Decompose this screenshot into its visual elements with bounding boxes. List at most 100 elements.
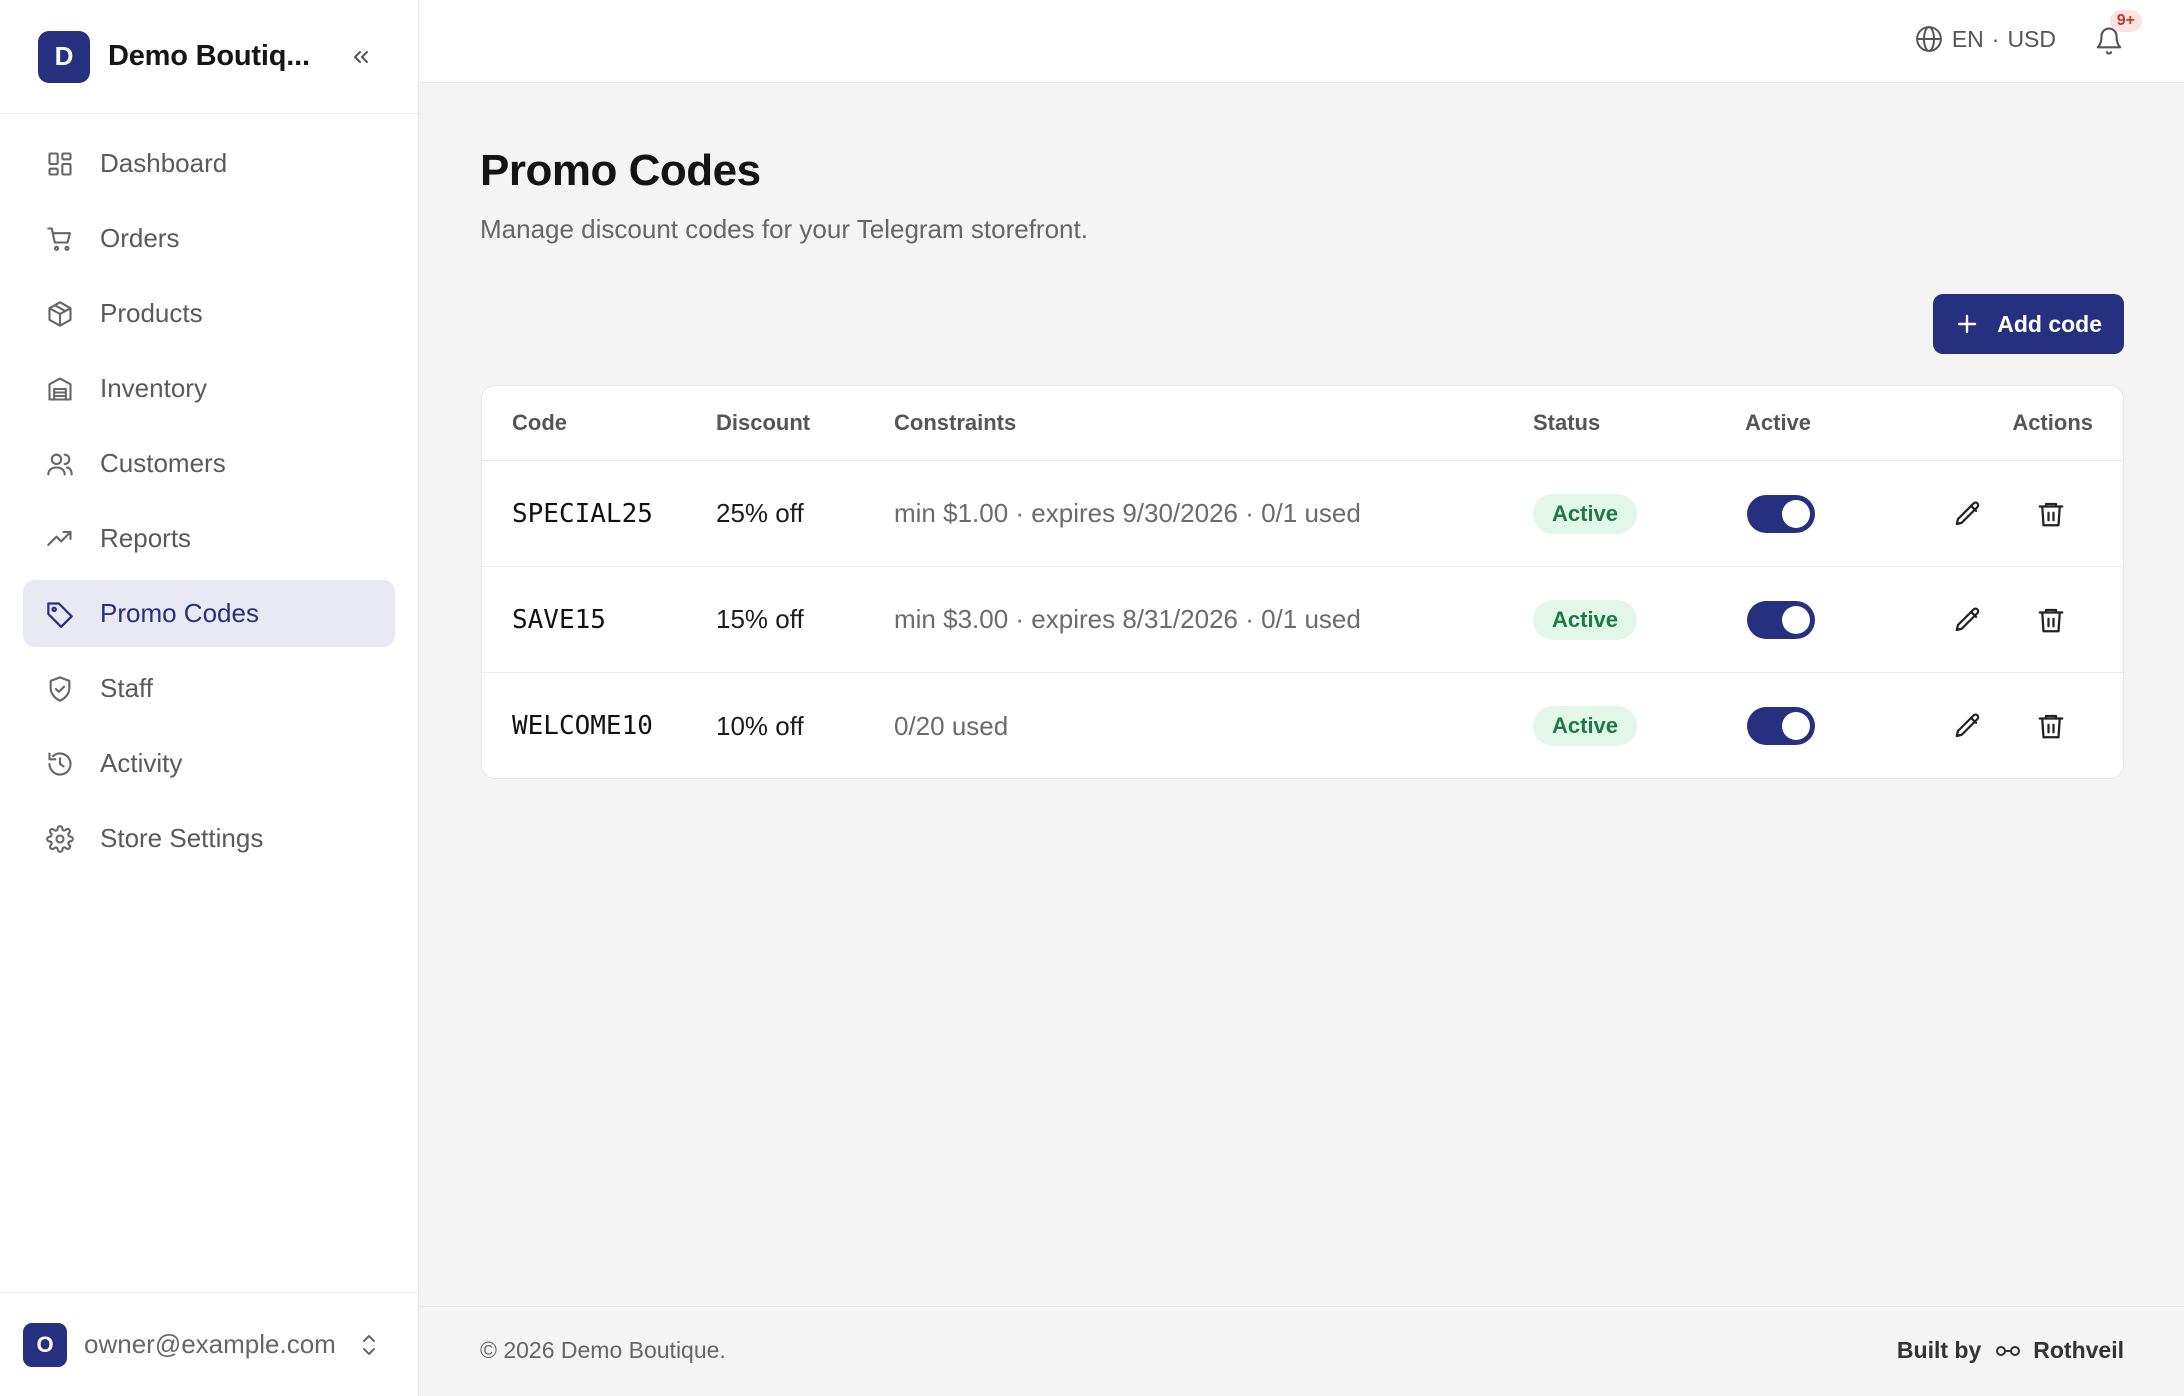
page-subtitle: Manage discount codes for your Telegram … <box>480 214 1088 244</box>
shield-icon <box>45 674 75 704</box>
tag-icon <box>45 599 75 629</box>
locale-selector[interactable]: EN · USD <box>1914 24 2056 54</box>
chevrons-up-down-icon <box>363 1334 375 1355</box>
gear-icon <box>45 824 75 854</box>
sidebar-item-store-settings[interactable]: Store Settings <box>23 805 395 872</box>
toggle-knob <box>1782 499 1810 528</box>
constraints-text: 0/20 used <box>894 710 1009 741</box>
history-icon <box>45 749 75 779</box>
discount-value: 10% off <box>716 710 804 741</box>
sidebar-item-label: Products <box>100 298 203 328</box>
sidebar-item-label: Reports <box>100 523 192 553</box>
active-toggle[interactable] <box>1747 494 1815 533</box>
language-label: EN <box>1951 25 1984 52</box>
sidebar-item-label: Store Settings <box>100 823 264 853</box>
active-toggle[interactable] <box>1747 600 1815 639</box>
column-header-constraints: Constraints <box>894 410 1017 435</box>
table-row: SPECIAL25 25% off min $1.00 · expires 9/… <box>482 461 2123 567</box>
edit-button[interactable] <box>1948 706 1988 746</box>
topbar: EN · USD 9+ <box>420 0 2184 83</box>
built-by-link[interactable]: Built by Rothveil <box>1897 1337 2124 1364</box>
globe-icon <box>1915 26 1942 52</box>
column-header-actions: Actions <box>2012 410 2093 435</box>
discount-value: 25% off <box>716 498 804 528</box>
collapse-sidebar-button[interactable] <box>343 39 379 75</box>
promo-code: SAVE15 <box>512 604 606 635</box>
add-code-button[interactable]: Add code <box>1933 294 2124 354</box>
sidebar-item-label: Promo Codes <box>100 598 259 628</box>
trash-icon <box>2038 608 2064 632</box>
sidebar-item-reports[interactable]: Reports <box>23 505 395 572</box>
column-header-code: Code <box>512 410 567 435</box>
table-header: Code Discount Constraints Status Active … <box>482 386 2123 461</box>
brand-name: Demo Boutiq... <box>108 40 310 72</box>
promo-codes-table: Code Discount Constraints Status Active … <box>481 385 2124 779</box>
trash-icon <box>2038 502 2064 526</box>
toggle-knob <box>1782 605 1810 634</box>
pencil-icon <box>1955 606 1980 631</box>
sidebar-item-staff[interactable]: Staff <box>23 655 395 722</box>
user-menu[interactable]: O owner@example.com <box>0 1292 419 1396</box>
page-title: Promo Codes <box>480 146 761 195</box>
sidebar-nav: Dashboard Orders Products Inventory Cust… <box>0 114 418 872</box>
toggle-knob <box>1782 712 1810 740</box>
trash-icon <box>2038 714 2064 739</box>
brand: D Demo Boutiq... <box>0 0 418 114</box>
pencil-icon <box>1955 500 1980 525</box>
warehouse-icon <box>45 374 75 404</box>
sidebar-item-label: Dashboard <box>100 148 228 178</box>
built-by-label: Built by <box>1896 1337 1982 1363</box>
sidebar-item-dashboard[interactable]: Dashboard <box>23 130 395 197</box>
box-icon <box>45 299 75 329</box>
sidebar-item-label: Activity <box>100 748 183 778</box>
discount-value: 15% off <box>716 604 804 634</box>
promo-code: WELCOME10 <box>512 711 653 741</box>
delete-button[interactable] <box>2031 494 2071 534</box>
status-badge: Active <box>1533 493 1638 534</box>
sidebar-item-label: Inventory <box>100 373 207 403</box>
sidebar-item-customers[interactable]: Customers <box>23 430 395 497</box>
sidebar-item-orders[interactable]: Orders <box>23 205 395 272</box>
sidebar-item-activity[interactable]: Activity <box>23 730 395 797</box>
avatar: O <box>23 1322 67 1367</box>
trend-icon <box>45 524 75 554</box>
status-badge: Active <box>1533 599 1638 640</box>
sidebar-item-label: Orders <box>100 223 180 253</box>
chevrons-left-icon <box>354 50 368 63</box>
locale-separator: · <box>1991 25 2000 52</box>
pencil-icon <box>1955 713 1980 738</box>
sidebar-item-promo-codes[interactable]: Promo Codes <box>23 580 395 647</box>
account-switch-button[interactable] <box>354 1327 384 1363</box>
built-by-name: Rothveil <box>2033 1337 2124 1363</box>
status-badge: Active <box>1533 706 1638 746</box>
notification-badge: 9+ <box>2109 10 2142 32</box>
user-email: owner@example.com <box>84 1329 336 1359</box>
delete-button[interactable] <box>2031 600 2071 640</box>
copyright: © 2026 Demo Boutique. <box>480 1337 726 1363</box>
dashboard-icon <box>45 149 75 179</box>
active-toggle[interactable] <box>1747 707 1815 745</box>
users-icon <box>45 449 75 479</box>
plus-icon <box>1958 314 1977 334</box>
sidebar-item-label: Customers <box>100 448 226 478</box>
cart-icon <box>45 224 75 254</box>
column-header-active: Active <box>1745 410 1812 435</box>
edit-button[interactable] <box>1948 600 1988 640</box>
sidebar: D Demo Boutiq... Dashboard Orders Produc… <box>0 0 419 1396</box>
delete-button[interactable] <box>2031 706 2071 746</box>
constraints-text: min $1.00 · expires 9/30/2026 · 0/1 used <box>894 498 1361 528</box>
page-footer: © 2026 Demo Boutique. Built by Rothveil <box>420 1306 2184 1396</box>
table-row: WELCOME10 10% off 0/20 used Active <box>482 673 2123 778</box>
column-header-discount: Discount <box>716 410 811 435</box>
table-row: SAVE15 15% off min $3.00 · expires 8/31/… <box>482 567 2123 673</box>
sidebar-item-label: Staff <box>100 673 154 703</box>
edit-button[interactable] <box>1948 494 1988 534</box>
add-code-label: Add code <box>1997 310 2102 337</box>
promo-code: SPECIAL25 <box>512 498 653 529</box>
constraints-text: min $3.00 · expires 8/31/2026 · 0/1 used <box>894 604 1361 634</box>
sidebar-item-inventory[interactable]: Inventory <box>23 355 395 422</box>
chain-link-icon <box>1996 1345 2021 1356</box>
column-header-status: Status <box>1533 410 1601 435</box>
currency-label: USD <box>2007 25 2056 52</box>
sidebar-item-products[interactable]: Products <box>23 280 395 347</box>
